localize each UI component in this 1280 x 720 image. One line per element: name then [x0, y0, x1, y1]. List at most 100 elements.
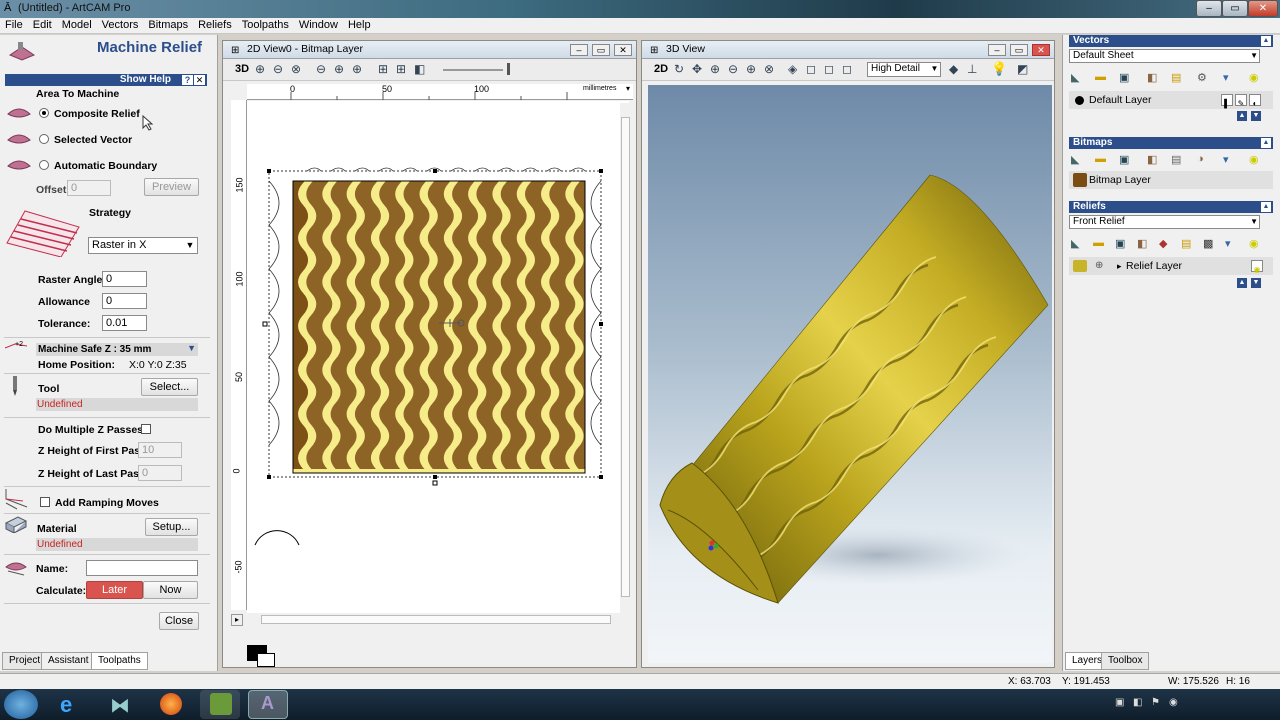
media-player-icon[interactable]: ⧓ [100, 690, 140, 719]
zoom-in-icon[interactable]: ⊕ [255, 62, 265, 76]
relief-properties-icon[interactable]: ▤ [1181, 237, 1191, 250]
zoom-out-3d-icon[interactable]: ⊖ [728, 62, 738, 76]
collapse-icon[interactable]: ▲ [1261, 36, 1271, 46]
multiple-z-checkbox[interactable] [141, 424, 151, 434]
app-green-icon[interactable] [200, 690, 240, 719]
save-icon[interactable]: ▣ [1119, 71, 1129, 84]
new-relief-icon[interactable]: ◣ [1071, 237, 1079, 250]
menu-window[interactable]: Window [294, 18, 343, 32]
delete-layer-icon[interactable]: ▾ [1223, 71, 1229, 84]
contrast-slider[interactable] [443, 69, 503, 71]
duplicate-bitmap-icon[interactable]: ◧ [1147, 153, 1157, 166]
zoom-out-icon[interactable]: ⊖ [273, 62, 283, 76]
view-3d-minimize-icon[interactable]: – [988, 44, 1006, 56]
show-help-link[interactable]: Show Help [120, 74, 171, 85]
bulb-icon[interactable]: ◉ [1249, 153, 1259, 166]
light-icon[interactable]: 💡 [991, 61, 1007, 77]
artcam-taskbar-icon[interactable]: A [248, 690, 288, 719]
machine-safe-z-bar[interactable]: Machine Safe Z : 35 mm ▼ [36, 343, 198, 356]
delete-bitmap-icon[interactable]: ▾ [1223, 153, 1229, 166]
bitmap-layer-row[interactable]: Bitmap Layer [1069, 171, 1273, 189]
zoom-previous-icon[interactable]: ⊖ [316, 62, 326, 76]
slider-handle[interactable] [507, 63, 510, 75]
drawing-canvas[interactable] [247, 101, 629, 613]
toggle-guides-icon[interactable]: ⊞ [396, 62, 406, 76]
switch-3d-button[interactable]: 3D [235, 63, 249, 75]
pen-icon[interactable]: ✎ [1235, 94, 1247, 108]
switch-2d-button[interactable]: 2D [654, 63, 668, 75]
open-relief-icon[interactable]: ▬ [1093, 237, 1104, 249]
calculate-now-button[interactable]: Now [143, 581, 198, 599]
bitmap-settings-icon[interactable]: ◑ [1197, 153, 1204, 165]
zoom-fit-icon[interactable]: ⊗ [291, 62, 301, 76]
menu-bitmaps[interactable]: Bitmaps [143, 18, 193, 32]
tray-volume-icon[interactable]: ◧ [1133, 697, 1142, 708]
toggle-grid-icon[interactable]: ⊞ [378, 62, 388, 76]
internet-explorer-icon[interactable]: e [50, 690, 90, 719]
zoom-all-icon[interactable]: ⊕ [352, 62, 362, 76]
render-viewport[interactable] [648, 85, 1052, 663]
view-2d-hscrollbar[interactable] [247, 613, 621, 627]
vector-layer-row[interactable]: Default Layer ▌ ✎ ◐ [1069, 91, 1273, 109]
preview-button[interactable]: Preview [144, 178, 199, 196]
composite-relief-radio[interactable] [39, 108, 49, 118]
combine-relief-icon[interactable]: ◆ [1159, 237, 1167, 250]
new-bitmap-icon[interactable]: ◣ [1071, 153, 1079, 166]
vectors-sheet-select[interactable]: Default Sheet ▼ [1069, 49, 1260, 63]
help-icon[interactable]: ? [182, 75, 193, 85]
move-down-icon[interactable]: ▼ [1251, 111, 1261, 121]
menu-file[interactable]: File [0, 18, 28, 32]
tab-toolbox[interactable]: Toolbox [1101, 652, 1150, 670]
move-down-icon[interactable]: ▼ [1251, 278, 1261, 288]
zoom-selection-icon[interactable]: ⊕ [334, 62, 344, 76]
visible-icon[interactable]: ◐ [1249, 94, 1261, 108]
collapse-icon[interactable]: ▲ [1261, 138, 1271, 148]
select-tool-button[interactable]: Select... [141, 378, 198, 396]
zoom-in-3d-icon[interactable]: ⊕ [710, 62, 720, 76]
tab-toolpaths[interactable]: Toolpaths [91, 652, 148, 670]
menu-model[interactable]: Model [57, 18, 97, 32]
rotate-icon[interactable]: ↻ [674, 62, 684, 76]
menu-reliefs[interactable]: Reliefs [193, 18, 237, 32]
lock-icon[interactable]: ▌ [1221, 94, 1233, 108]
toggle-bitmap-icon[interactable]: ◧ [414, 62, 425, 76]
pan-icon[interactable]: ✥ [692, 62, 702, 76]
hscroll-thumb[interactable] [261, 615, 611, 624]
top-view-icon[interactable]: ◻ [824, 62, 834, 76]
name-input[interactable] [86, 560, 198, 576]
firefox-icon[interactable] [150, 690, 190, 719]
relief-combine-mode-icon[interactable]: ⊕ [1095, 257, 1103, 275]
relief-layer-row[interactable]: ⊕ ▸ Relief Layer ◉ [1069, 257, 1273, 275]
properties-icon[interactable]: ▤ [1171, 71, 1181, 84]
automatic-boundary-radio[interactable] [39, 160, 49, 170]
offset-input[interactable]: 0 [67, 180, 111, 196]
view-3d-close-icon[interactable]: ✕ [1032, 44, 1050, 56]
view-3d-maximize-icon[interactable]: ▭ [1010, 44, 1028, 56]
close-window-button[interactable]: ✕ [1248, 0, 1278, 17]
relief-settings-icon[interactable]: ▩ [1203, 237, 1213, 250]
relief-visible-icon[interactable]: ◉ [1251, 260, 1263, 274]
tolerance-input[interactable]: 0.01 [102, 315, 147, 331]
strategy-select[interactable]: Raster in X ▼ [88, 237, 198, 254]
expand-icon[interactable]: ▼ [187, 343, 196, 353]
minimize-button[interactable]: – [1196, 0, 1222, 17]
collapse-icon[interactable]: ▲ [1261, 202, 1271, 212]
tray-flag-icon[interactable]: ⚑ [1151, 697, 1160, 708]
menu-help[interactable]: Help [343, 18, 376, 32]
move-up-icon[interactable]: ▲ [1237, 111, 1247, 121]
selected-vector-radio[interactable] [39, 134, 49, 144]
zoom-all-3d-icon[interactable]: ⊗ [764, 62, 774, 76]
maximize-button[interactable]: ▭ [1222, 0, 1248, 17]
detail-select[interactable]: High Detail ▼ [867, 62, 941, 77]
menu-toolpaths[interactable]: Toolpaths [237, 18, 294, 32]
view-2d-close-icon[interactable]: ✕ [614, 44, 632, 56]
z-first-pass-input[interactable]: 10 [138, 442, 182, 458]
tray-app-icon[interactable]: ◉ [1169, 697, 1178, 708]
view-2d-minimize-icon[interactable]: – [570, 44, 588, 56]
side-view-icon[interactable]: ◻ [842, 62, 852, 76]
allowance-input[interactable]: 0 [102, 293, 147, 309]
menu-edit[interactable]: Edit [28, 18, 57, 32]
play-icon[interactable]: ▸ [231, 614, 243, 626]
axis-icon[interactable]: ⊥ [967, 62, 977, 76]
material-3d-icon[interactable]: ◩ [1017, 62, 1028, 76]
